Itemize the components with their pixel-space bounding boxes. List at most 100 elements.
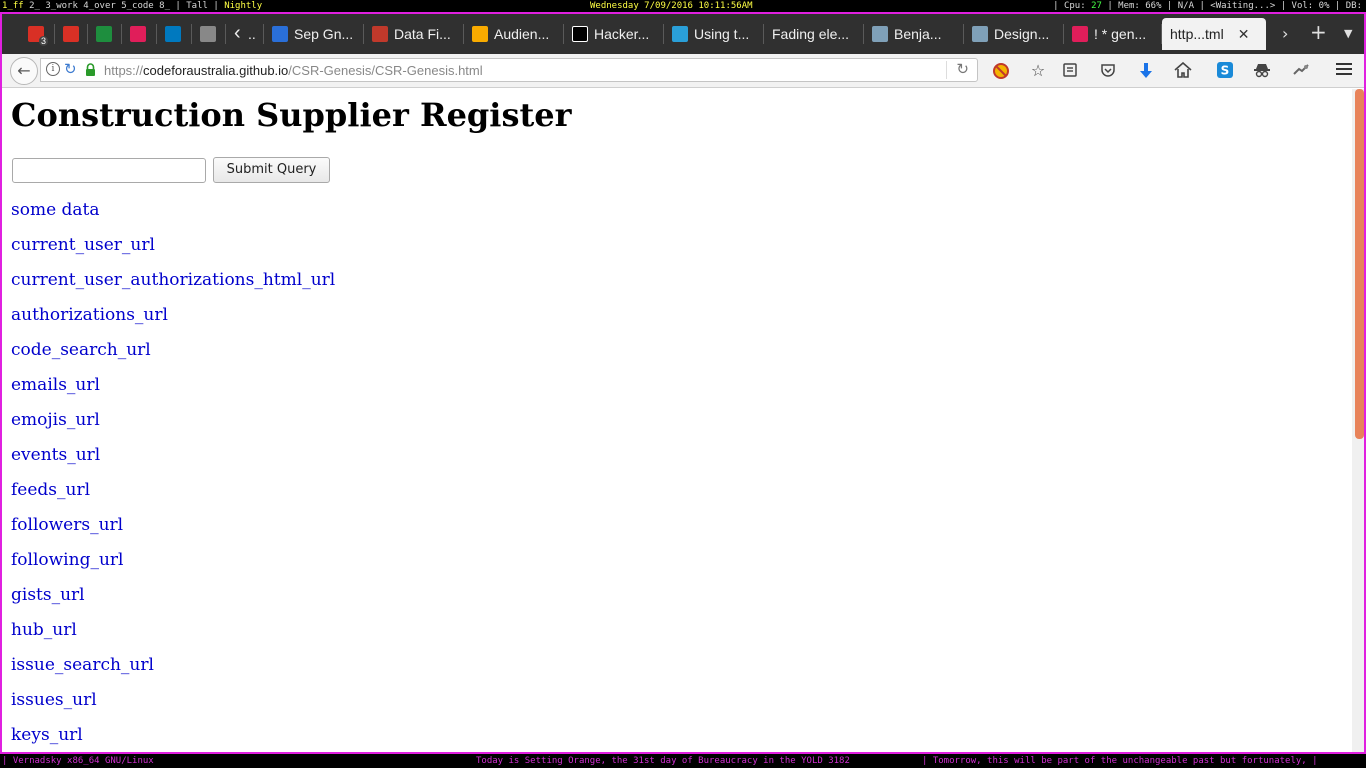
medium-icon [572, 26, 588, 42]
home-icon[interactable] [1174, 61, 1192, 80]
quote-text: | Tomorrow, this will be part of the unc… [922, 756, 1318, 766]
back-button[interactable]: ← [10, 57, 38, 85]
url-text[interactable]: https://codeforaustralia.github.io/CSR-G… [104, 63, 483, 78]
cpu-value: 27 [1091, 1, 1102, 11]
tab-label: ! * gen... [1094, 26, 1147, 42]
tab-7[interactable]: Sep Gn... [264, 20, 364, 48]
navigation-toolbar: ← i ↻ https://codeforaustralia.github.io… [2, 54, 1364, 88]
tab-label: Design... [994, 26, 1050, 42]
system-status-bar: 1_ff 2_ 3_work 4_over 5_code 8_ | Tall |… [0, 0, 1366, 12]
clock: Wednesday 7/09/2016 10:11:56AM [590, 1, 753, 11]
link-item[interactable]: emails_url [11, 375, 335, 410]
hamburger-menu-icon[interactable] [1335, 62, 1353, 80]
tab-11[interactable]: Using t... [664, 20, 764, 48]
gear-icon [672, 26, 688, 42]
browser-window: › + ▼ 3 ‹.. Sep Gn... Data Fi... Audien... Ha… [0, 12, 1366, 754]
tab-2[interactable] [88, 20, 122, 48]
reload-icon[interactable]: ↻ [956, 60, 969, 78]
link-item[interactable]: authorizations_url [11, 305, 335, 340]
info-icon[interactable]: i [46, 62, 60, 76]
workspace-list: 1_ff 2_ 3_work 4_over 5_code 8_ | Tall |… [2, 1, 263, 11]
tab-label: Fading ele... [772, 26, 850, 42]
tab-label: Data Fi... [394, 26, 451, 42]
link-item[interactable]: followers_url [11, 515, 335, 550]
page-scrollbar[interactable] [1352, 89, 1364, 752]
link-item[interactable]: hub_url [11, 620, 335, 655]
extension-icon[interactable] [1292, 62, 1310, 80]
link-item[interactable]: current_user_url [11, 235, 335, 270]
link-list: some data current_user_url current_user_au… [11, 200, 335, 752]
tab-label: Hacker... [594, 26, 650, 42]
new-tab-button[interactable]: + [1310, 20, 1327, 44]
cpu-label: | Cpu: [1053, 1, 1092, 11]
unread-badge: 3 [38, 36, 48, 46]
lock-icon[interactable] [85, 63, 96, 76]
sync-icon[interactable]: ↻ [64, 60, 77, 78]
tab-4[interactable] [157, 20, 192, 48]
link-item[interactable]: emojis_url [11, 410, 335, 445]
scrollbar-thumb[interactable] [1355, 89, 1364, 439]
tab-5[interactable] [192, 20, 226, 48]
gmail-icon [63, 26, 79, 42]
tab-9[interactable]: Audien... [464, 20, 564, 48]
tab-label: http...tml [1170, 26, 1224, 42]
tab-1[interactable] [55, 20, 88, 48]
urlbar-divider [946, 61, 947, 79]
pocket-icon[interactable] [1099, 62, 1117, 80]
link-item[interactable]: events_url [11, 445, 335, 480]
tab-label: Sep Gn... [294, 26, 354, 42]
other-workspaces[interactable]: 2_ 3_work 4_over 5_code 8_ [24, 1, 170, 11]
gmail-icon: 3 [28, 26, 48, 46]
link-item[interactable]: feeds_url [11, 480, 335, 515]
link-item[interactable]: code_search_url [11, 340, 335, 375]
link-item[interactable]: some data [11, 200, 335, 235]
layout-name: Tall [186, 1, 208, 11]
link-item[interactable]: keys_url [11, 725, 335, 752]
page-content: Construction Supplier Register Submit Qu… [2, 89, 1352, 752]
tab-14[interactable]: Design... [964, 20, 1064, 48]
tab-scroll-right-icon[interactable]: › [1282, 24, 1288, 43]
close-tab-icon[interactable]: ✕ [1238, 26, 1250, 43]
tab-12[interactable]: Fading ele... [764, 20, 864, 48]
slack-icon [130, 26, 146, 42]
tab-label: .. [248, 26, 256, 42]
link-item[interactable]: issue_search_url [11, 655, 335, 690]
stack-icon [972, 26, 988, 42]
tab-15[interactable]: ! * gen... [1064, 20, 1162, 48]
tab-10[interactable]: Hacker... [564, 20, 664, 48]
pen-icon [372, 26, 388, 42]
arrow-left-icon: ← [17, 61, 31, 80]
incognito-icon[interactable] [1253, 62, 1271, 80]
system-stats-rest: | Mem: 66% | N/A | <Waiting...> | Vol: 0… [1101, 1, 1362, 11]
tab-label: Benja... [894, 26, 942, 42]
tab-8[interactable]: Data Fi... [364, 20, 464, 48]
page-title: Construction Supplier Register [11, 96, 572, 134]
analytics-icon [472, 26, 488, 42]
current-workspace[interactable]: 1_ff [2, 1, 24, 11]
download-icon[interactable] [1137, 62, 1155, 80]
address-bar[interactable]: i ↻ https://codeforaustralia.github.io/C… [40, 58, 978, 82]
trello-icon [165, 26, 181, 42]
blocker-icon[interactable] [992, 62, 1010, 80]
link-item[interactable]: following_url [11, 550, 335, 585]
submit-query-button[interactable]: Submit Query [213, 157, 330, 183]
tab-6[interactable]: ‹.. [226, 20, 264, 48]
search-input[interactable] [12, 158, 206, 183]
bookmark-star-icon[interactable]: ☆ [1029, 62, 1047, 80]
url-scheme: https:// [104, 63, 144, 78]
tab-bar: › + ▼ 3 ‹.. Sep Gn... Data Fi... Audien... Ha… [2, 14, 1364, 54]
link-item[interactable]: current_user_authorizations_html_url [11, 270, 335, 305]
link-item[interactable]: issues_url [11, 690, 335, 725]
url-path: /CSR-Genesis/CSR-Genesis.html [288, 63, 483, 78]
tab-16[interactable]: http...tml ✕ [1162, 18, 1266, 50]
link-item[interactable]: gists_url [11, 585, 335, 620]
tab-13[interactable]: Benja... [864, 20, 964, 48]
spiral-icon [200, 26, 216, 42]
tab-3[interactable] [122, 20, 157, 48]
tab-0[interactable]: 3 [20, 20, 55, 48]
skype-icon[interactable]: S [1216, 62, 1234, 80]
tab-list-chevron-down-icon[interactable]: ▼ [1344, 27, 1352, 40]
reading-list-icon[interactable] [1061, 62, 1079, 80]
drive-icon [96, 26, 112, 42]
active-app-name: Nightly [224, 1, 263, 11]
